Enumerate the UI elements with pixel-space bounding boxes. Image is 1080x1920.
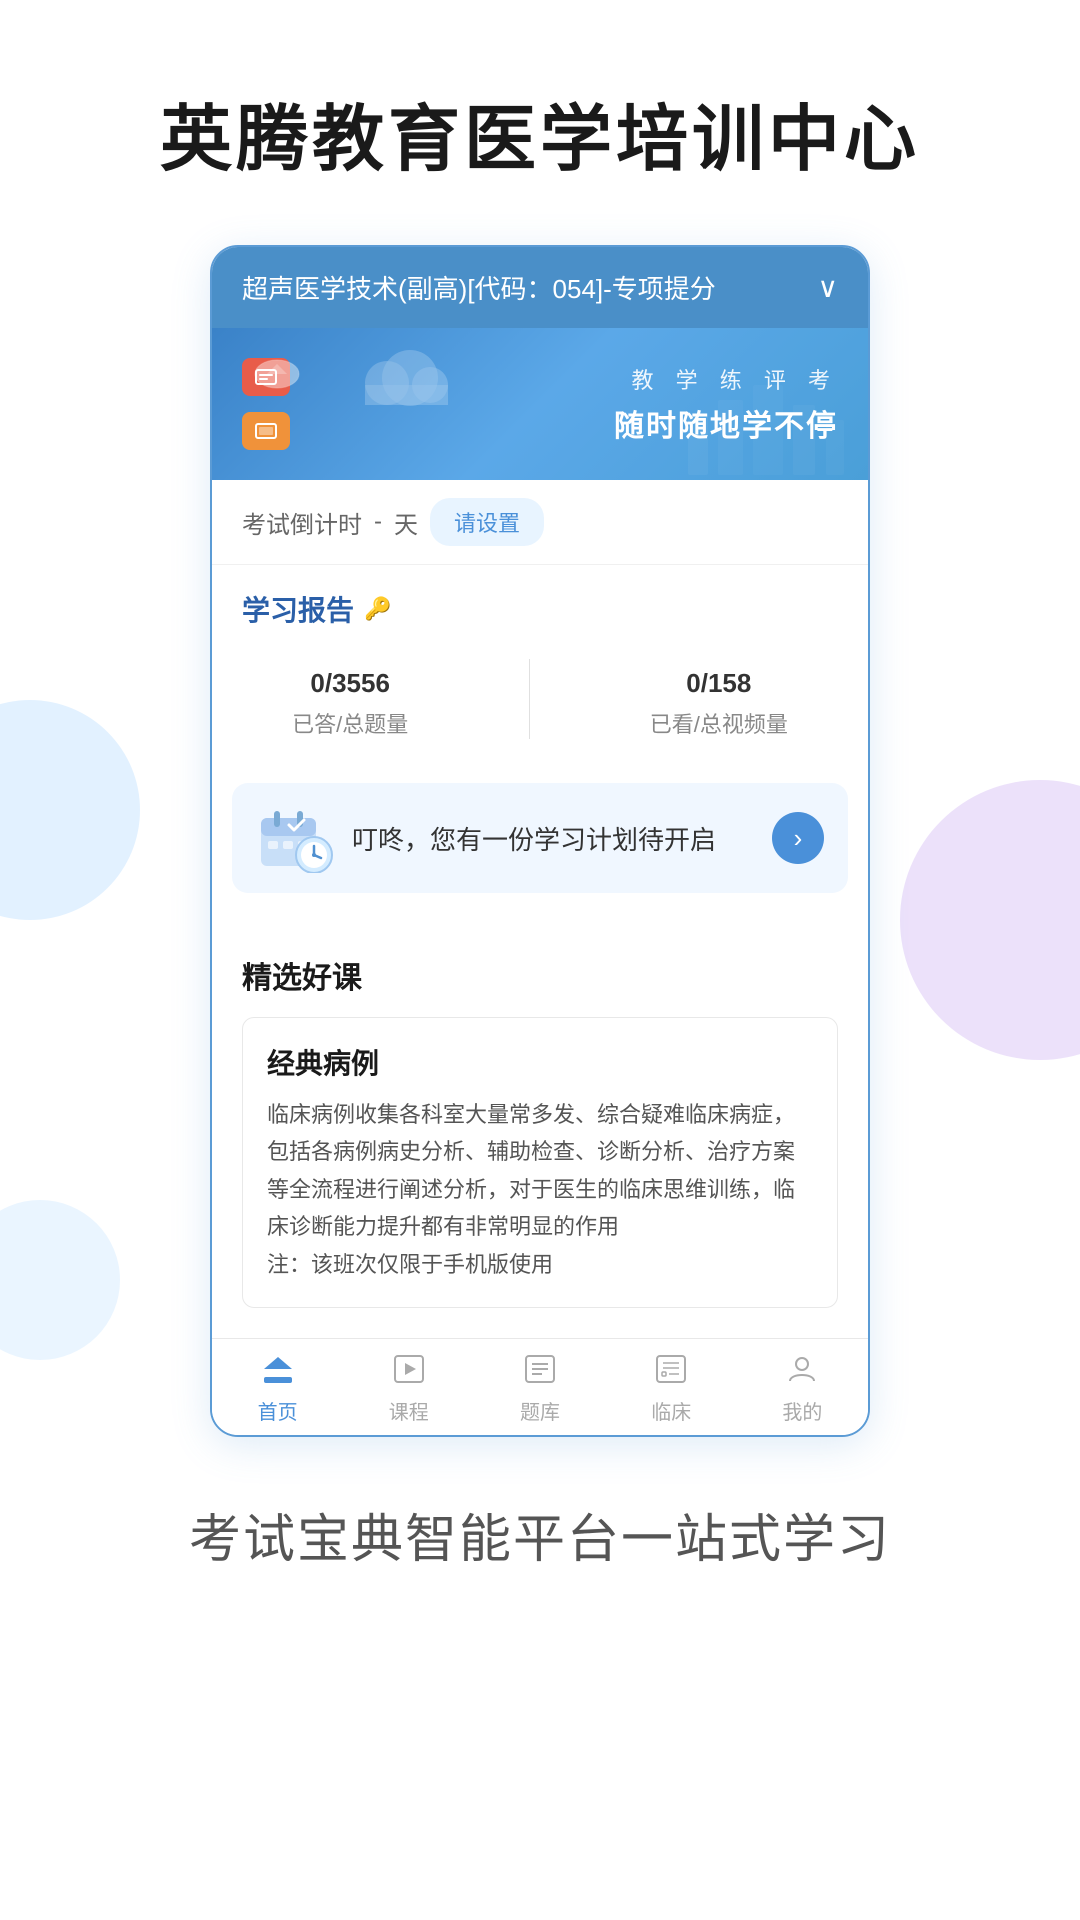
nav-item-questions[interactable]: 题库 (474, 1355, 605, 1425)
nav-label-mine: 我的 (782, 1396, 822, 1425)
featured-title: 精选好课 (242, 953, 838, 997)
stats-divider (529, 659, 530, 739)
videos-stat: 0/158 已看/总视频量 (650, 659, 788, 739)
set-countdown-button[interactable]: 请设置 (430, 498, 544, 546)
nav-label-home: 首页 (258, 1396, 298, 1425)
header-dropdown-icon[interactable]: ∨ (818, 271, 839, 304)
course-title: 经典病例 (267, 1042, 813, 1082)
nav-label-course: 课程 (389, 1396, 429, 1425)
study-plan-wrapper: 叮咚，您有一份学习计划待开启 › (212, 783, 868, 929)
banner-main-text: 随时随地学不停 (614, 401, 838, 445)
course-card[interactable]: 经典病例 临床病例收集各科室大量常多发、综合疑难临床病症，包括各病例病史分析、辅… (242, 1017, 838, 1308)
cloud-icon (352, 343, 452, 413)
countdown-dash: - (374, 508, 382, 536)
study-plan-arrow-button[interactable]: › (772, 812, 824, 864)
key-icon: 🔑 (364, 596, 391, 622)
countdown-label: 考试倒计时 (242, 505, 362, 540)
page-title: 英腾教育医学培训中心 (160, 80, 920, 185)
phone-mockup: 超声医学技术(副高)[代码：054]-专项提分 ∨ (210, 245, 870, 1437)
videos-label: 已看/总视频量 (650, 707, 788, 739)
questions-answered: 0/3556 (292, 659, 408, 701)
questions-stat: 0/3556 已答/总题量 (292, 659, 408, 739)
banner-text: 教 学 练 评 考 随时随地学不停 (614, 363, 838, 445)
banner-icon-orange (242, 412, 290, 450)
header-title: 超声医学技术(副高)[代码：054]-专项提分 (242, 269, 808, 306)
banner-tagline: 教 学 练 评 考 (614, 363, 838, 395)
study-plan-banner[interactable]: 叮咚，您有一份学习计划待开启 › (232, 783, 848, 893)
bottom-navigation: 首页 课程 (212, 1338, 868, 1435)
nav-item-home[interactable]: 首页 (212, 1355, 343, 1425)
study-report-title: 学习报告 🔑 (242, 589, 838, 629)
nav-item-mine[interactable]: 我的 (737, 1355, 868, 1425)
nav-item-clinical[interactable]: 临床 (606, 1355, 737, 1425)
calendar-icon (256, 803, 336, 873)
home-icon (262, 1355, 294, 1390)
play-icon (394, 1355, 424, 1390)
questions-label: 已答/总题量 (292, 707, 408, 739)
questionbank-icon (525, 1355, 555, 1390)
videos-watched: 0/158 (650, 659, 788, 701)
nav-label-questions: 题库 (520, 1396, 560, 1425)
phone-header: 超声医学技术(副高)[代码：054]-专项提分 ∨ (212, 247, 868, 328)
countdown-unit: 天 (394, 505, 418, 540)
banner-icons (242, 358, 290, 450)
course-description: 临床病例收集各科室大量常多发、综合疑难临床病症，包括各病例病史分析、辅助检查、诊… (267, 1096, 813, 1283)
promo-banner: 教 学 练 评 考 随时随地学不停 (212, 328, 868, 480)
profile-icon (787, 1355, 817, 1390)
featured-courses-section: 精选好课 经典病例 临床病例收集各科室大量常多发、综合疑难临床病症，包括各病例病… (212, 929, 868, 1338)
page-subtitle: 考试宝典智能平台一站式学习 (189, 1497, 891, 1572)
study-plan-text: 叮咚，您有一份学习计划待开启 (352, 820, 756, 857)
stats-row: 0/3556 已答/总题量 0/158 已看/总视频量 (242, 649, 838, 755)
nav-label-clinical: 临床 (651, 1396, 691, 1425)
countdown-bar: 考试倒计时 - 天 请设置 (212, 480, 868, 565)
clinical-icon (656, 1355, 686, 1390)
nav-item-course[interactable]: 课程 (343, 1355, 474, 1425)
study-report-section: 学习报告 🔑 0/3556 已答/总题量 0/158 已看/总视频量 (212, 565, 868, 779)
